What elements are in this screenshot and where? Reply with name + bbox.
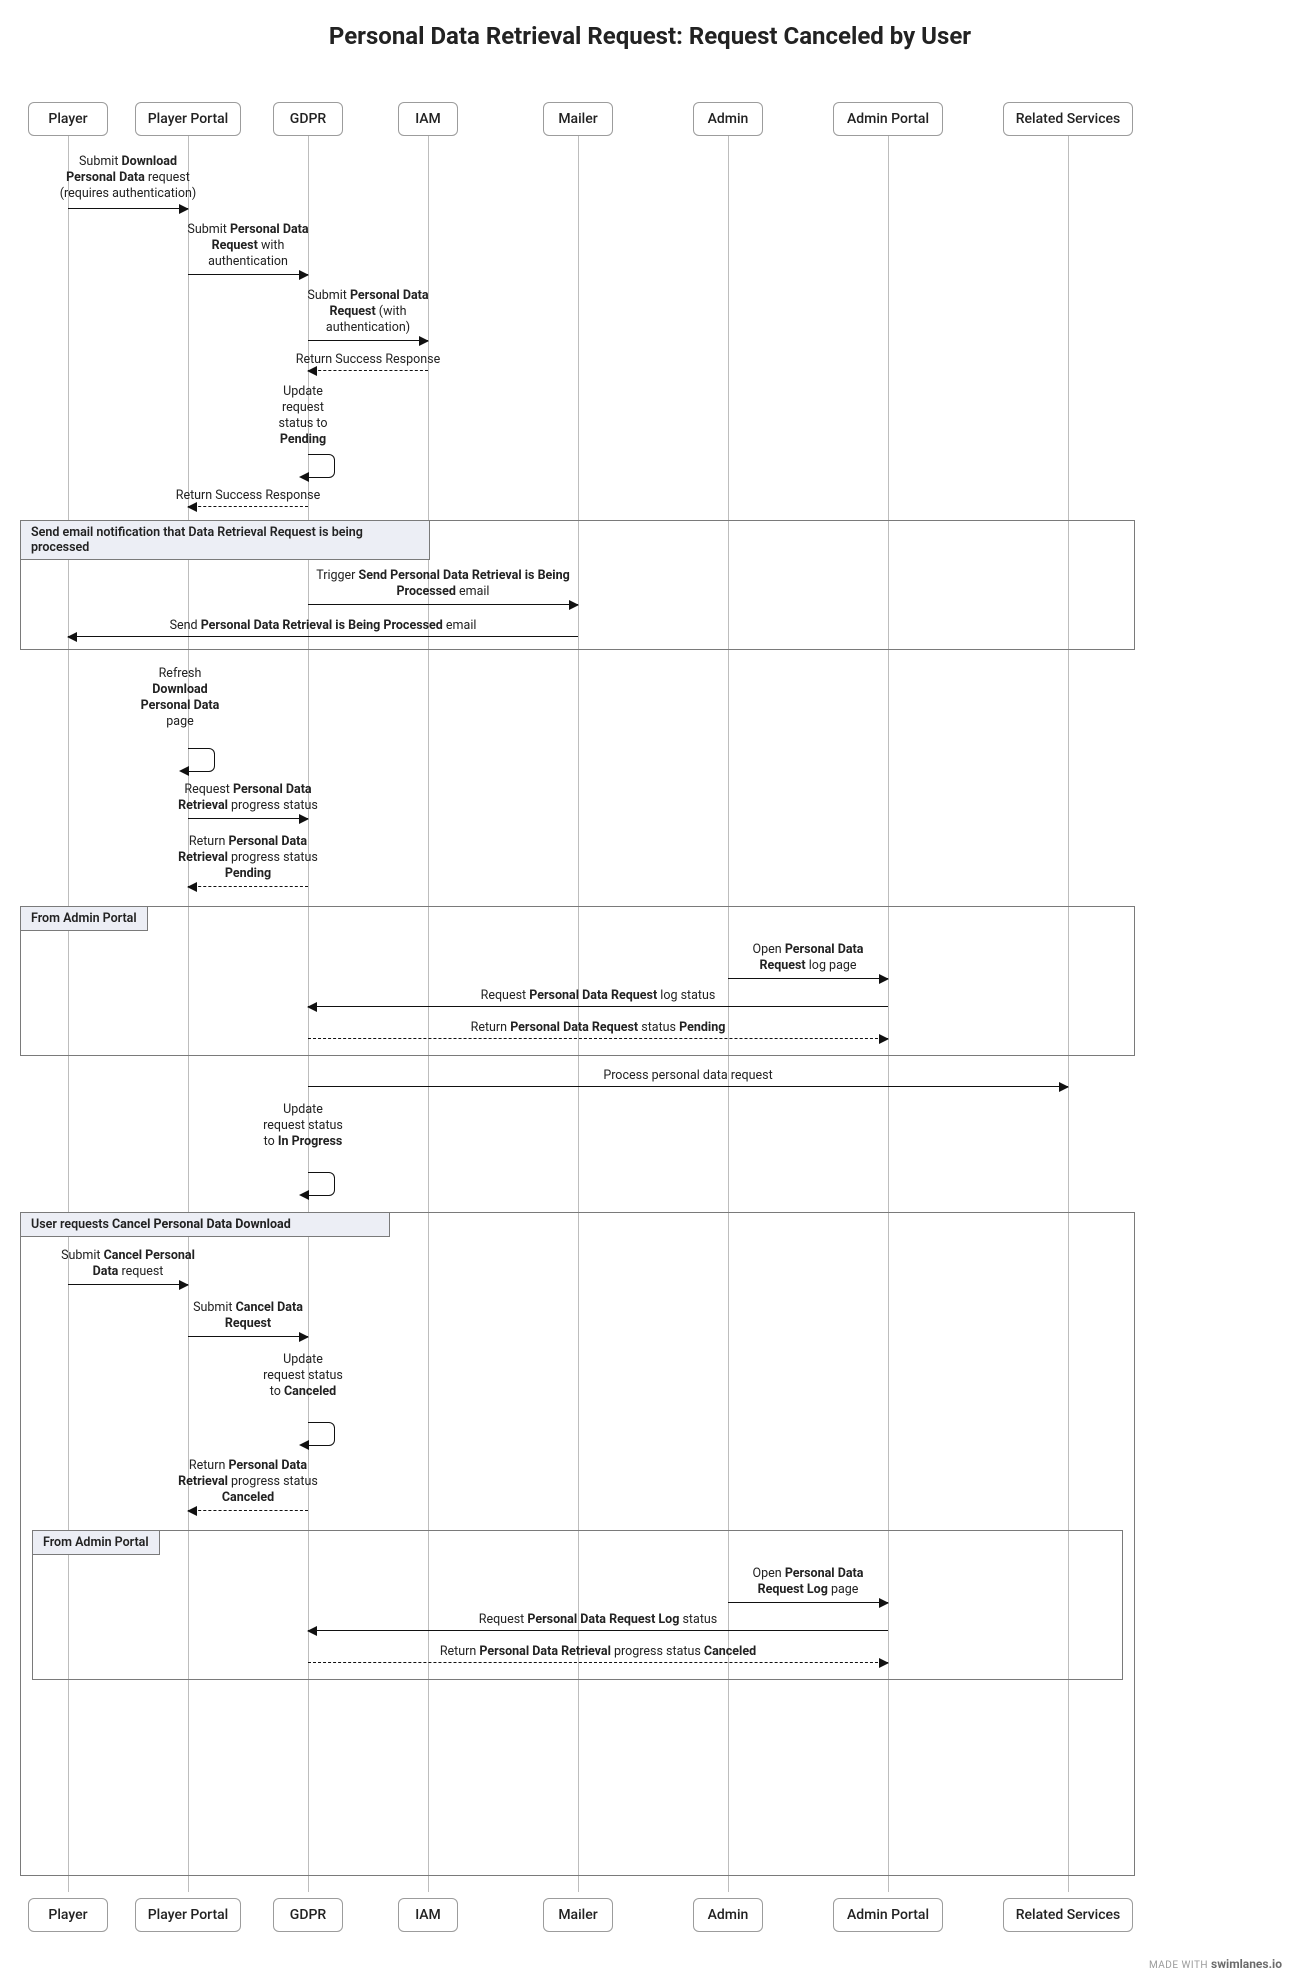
msg-submit-pdr: Submit Personal Data Request with authen… [183,222,313,270]
msg-ret-progress-canceled-2: Return Personal Data Retrieval progress … [408,1644,788,1660]
msg-req-progress: Request Personal Data Retrieval progress… [173,782,323,814]
msg-submit-download: Submit Download Personal Data request (r… [53,154,203,202]
arrow-m6 [188,506,308,507]
actor-header-related: Related Services [1003,102,1133,136]
actor-header-admin: Admin [693,102,763,136]
selfloop-m5 [308,454,335,478]
msg-refresh-page: Refresh Download Personal Data page [140,666,220,730]
arrow-m3 [308,340,428,341]
actor-footer-mailer: Mailer [543,1898,613,1932]
msg-ret-progress-pending: Return Personal Data Retrieval progress … [173,834,323,882]
sequence-diagram: Personal Data Retrieval Request: Request… [0,22,1300,1983]
group-email-title: Send email notification that Data Retrie… [20,520,430,560]
arrow-m13 [308,1006,888,1007]
arrow-m2 [188,274,308,275]
watermark: made with swimlanes.io [1149,1957,1282,1971]
group-admin-portal-1-title: From Admin Portal [20,906,148,931]
arrow-m21 [728,1602,888,1603]
actor-footer-admin-portal: Admin Portal [833,1898,943,1932]
arrow-m17 [68,1284,188,1285]
actor-header-gdpr: GDPR [273,102,343,136]
arrow-m1 [68,208,188,209]
actor-header-player-portal: Player Portal [135,102,241,136]
selfloop-m9 [188,748,215,772]
group-admin-portal-2-title: From Admin Portal [32,1530,160,1555]
actor-footer-iam: IAM [398,1898,458,1932]
actor-header-player: Player [28,102,108,136]
arrow-m11 [188,886,308,887]
diagram-title: Personal Data Retrieval Request: Request… [0,22,1300,50]
actor-footer-player: Player [28,1898,108,1932]
actor-header-iam: IAM [398,102,458,136]
msg-open-log-page-2: Open Personal Data Request Log page [733,1566,883,1598]
msg-submit-pdr-iam: Submit Personal Data Request (with authe… [303,288,433,336]
msg-send-email: Send Personal Data Retrieval is Being Pr… [113,618,533,634]
actor-footer-related: Related Services [1003,1898,1133,1932]
arrow-m15 [308,1086,1068,1087]
arrow-m22 [308,1630,888,1631]
selfloop-m19 [308,1422,335,1446]
arrow-m12 [728,978,888,979]
group-cancel-title: User requests Cancel Personal Data Downl… [20,1212,390,1237]
arrow-m10 [188,818,308,819]
msg-update-pending: Update request status to Pending [268,384,338,448]
msg-submit-cancel-data: Submit Cancel Data Request [178,1300,318,1332]
arrow-m23 [308,1662,888,1663]
actor-footer-admin: Admin [693,1898,763,1932]
selfloop-m16 [308,1172,335,1196]
msg-update-canceled: Update request status to Canceled [263,1352,343,1400]
msg-ret-log-pending: Return Personal Data Request status Pend… [438,1020,758,1036]
msg-submit-cancel: Submit Cancel Personal Data request [58,1248,198,1280]
arrow-m20 [188,1510,308,1511]
actor-footer-gdpr: GDPR [273,1898,343,1932]
msg-process-request: Process personal data request [558,1068,818,1084]
arrow-m8 [68,636,578,637]
msg-req-log-status: Request Personal Data Request log status [448,988,748,1004]
arrow-m7 [308,604,578,605]
msg-req-log-status-2: Request Personal Data Request Log status [438,1612,758,1628]
msg-ret-progress-canceled: Return Personal Data Retrieval progress … [173,1458,323,1506]
msg-open-log-page: Open Personal Data Request log page [733,942,883,974]
msg-update-inprogress: Update request status to In Progress [263,1102,343,1150]
arrow-m18 [188,1336,308,1337]
msg-trigger-email: Trigger Send Personal Data Retrieval is … [303,568,583,600]
arrow-m14 [308,1038,888,1039]
arrow-m4 [308,370,428,371]
actor-header-mailer: Mailer [543,102,613,136]
actor-footer-player-portal: Player Portal [135,1898,241,1932]
actor-header-admin-portal: Admin Portal [833,102,943,136]
